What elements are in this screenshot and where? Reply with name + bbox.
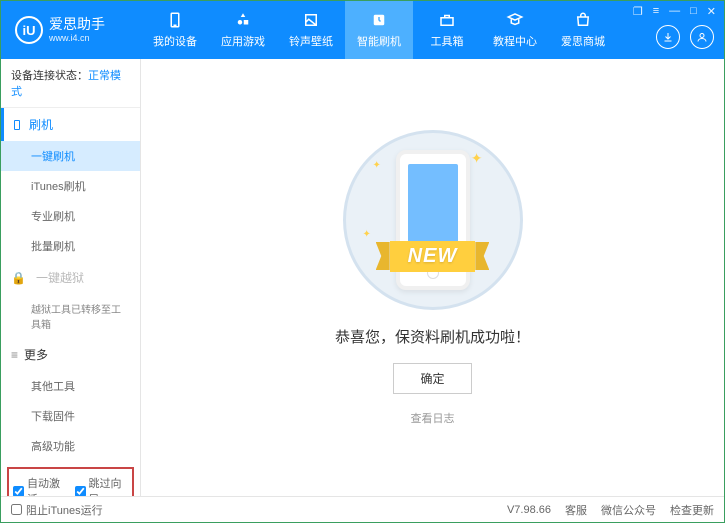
auto-activate-checkbox[interactable]: 自动激活 [13, 475, 67, 496]
user-button[interactable] [690, 25, 714, 49]
top-nav: 我的设备 应用游戏 铃声壁纸 智能刷机 工具箱 教程中心 爱思商城 [141, 1, 617, 59]
header-right [656, 25, 714, 49]
jailbreak-note: 越狱工具已转移至工具箱 [1, 294, 140, 338]
section-flash[interactable]: 刷机 [1, 108, 140, 141]
section-more[interactable]: ≡ 更多 [1, 338, 140, 371]
nav-my-device[interactable]: 我的设备 [141, 1, 209, 59]
section-label: 一键越狱 [36, 269, 84, 286]
block-itunes-checkbox[interactable]: 阻止iTunes运行 [11, 502, 103, 518]
flash-icon [370, 11, 388, 29]
confirm-button[interactable]: 确定 [393, 363, 471, 394]
wechat-link[interactable]: 微信公众号 [601, 502, 656, 518]
nav-label: 铃声壁纸 [289, 33, 333, 49]
brand: iU 爱思助手 www.i4.cn [1, 16, 141, 44]
phone-icon [11, 119, 23, 131]
nav-ringtone[interactable]: 铃声壁纸 [277, 1, 345, 59]
version-label: V7.98.66 [507, 504, 551, 516]
section-label: 更多 [24, 346, 48, 363]
sidebar-item-batch[interactable]: 批量刷机 [1, 231, 140, 261]
nav-label: 我的设备 [153, 33, 197, 49]
sidebar-item-oneclick[interactable]: 一键刷机 [1, 141, 140, 171]
view-log-link[interactable]: 查看日志 [411, 410, 455, 426]
sidebar-item-pro[interactable]: 专业刷机 [1, 201, 140, 231]
lock-icon: 🔒 [11, 271, 26, 285]
minimize-button[interactable]: — [669, 5, 680, 18]
update-link[interactable]: 检查更新 [670, 502, 714, 518]
tutorial-icon [506, 11, 524, 29]
nav-label: 教程中心 [493, 33, 537, 49]
more-icon: ≡ [11, 348, 18, 362]
connection-status: 设备连接状态：正常模式 [1, 59, 140, 108]
header: iU 爱思助手 www.i4.cn 我的设备 应用游戏 铃声壁纸 智能刷机 工具… [1, 1, 724, 59]
nav-store[interactable]: 爱思商城 [549, 1, 617, 59]
brand-name: 爱思助手 [49, 16, 105, 33]
logo-icon: iU [15, 16, 43, 44]
sidebar-item-download[interactable]: 下载固件 [1, 401, 140, 431]
nav-tutorials[interactable]: 教程中心 [481, 1, 549, 59]
device-icon [166, 11, 184, 29]
nav-apps[interactable]: 应用游戏 [209, 1, 277, 59]
brand-url: www.i4.cn [49, 33, 105, 44]
wallpaper-icon [302, 11, 320, 29]
nav-label: 工具箱 [431, 33, 464, 49]
store-icon [574, 11, 592, 29]
sidebar-item-itunes[interactable]: iTunes刷机 [1, 171, 140, 201]
nav-label: 智能刷机 [357, 33, 401, 49]
new-ribbon: NEW [376, 241, 490, 272]
apps-icon [234, 11, 252, 29]
success-message: 恭喜您，保资料刷机成功啦！ [335, 326, 530, 347]
menu-icon[interactable]: ❐ [633, 5, 643, 18]
sidebar-item-other[interactable]: 其他工具 [1, 371, 140, 401]
download-button[interactable] [656, 25, 680, 49]
nav-flash[interactable]: 智能刷机 [345, 1, 413, 59]
window-controls: ❐ ≡ — □ ✕ [633, 5, 716, 18]
sidebar-item-advanced[interactable]: 高级功能 [1, 431, 140, 461]
main-content: ✦ ✦ ✦ NEW 恭喜您，保资料刷机成功啦！ 确定 查看日志 [141, 59, 724, 496]
section-jailbreak[interactable]: 🔒 一键越狱 [1, 261, 140, 294]
footer: 阻止iTunes运行 V7.98.66 客服 微信公众号 检查更新 [1, 496, 724, 522]
nav-label: 应用游戏 [221, 33, 265, 49]
support-link[interactable]: 客服 [565, 502, 587, 518]
skip-guide-checkbox[interactable]: 跳过向导 [75, 475, 129, 496]
toolbox-icon [438, 11, 456, 29]
options-box: 自动激活 跳过向导 [7, 467, 134, 496]
close-button[interactable]: ✕ [707, 5, 716, 18]
nav-label: 爱思商城 [561, 33, 605, 49]
section-label: 刷机 [29, 116, 53, 133]
menu-button[interactable]: ≡ [653, 5, 659, 18]
sidebar: 设备连接状态：正常模式 刷机 一键刷机 iTunes刷机 专业刷机 批量刷机 🔒… [1, 59, 141, 496]
maximize-button[interactable]: □ [690, 5, 697, 18]
nav-toolbox[interactable]: 工具箱 [413, 1, 481, 59]
illustration: ✦ ✦ ✦ NEW [333, 130, 533, 310]
